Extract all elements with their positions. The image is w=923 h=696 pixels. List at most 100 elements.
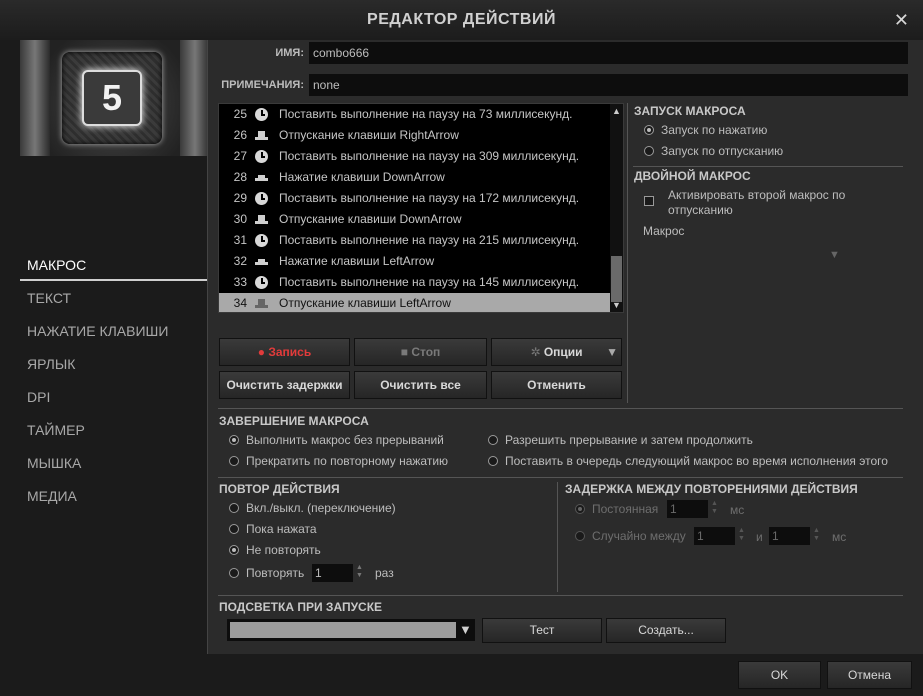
list-item[interactable]: 27 Поставить выполнение на паузу на 309 … bbox=[219, 146, 611, 167]
clock-icon bbox=[255, 234, 268, 247]
action-text: Поставить выполнение на паузу на 309 мил… bbox=[279, 149, 580, 163]
list-item[interactable]: 28 Нажатие клавиши DownArrow bbox=[219, 167, 611, 188]
nav-item-shortcut[interactable]: ЯРЛЫК bbox=[20, 353, 207, 386]
clear-delays-button[interactable]: Очистить задержки bbox=[219, 371, 350, 399]
list-item[interactable]: 25 Поставить выполнение на паузу на 73 м… bbox=[219, 104, 611, 125]
nav-item-macro[interactable]: МАКРОС bbox=[20, 254, 207, 281]
name-input[interactable] bbox=[309, 42, 908, 64]
list-item-selected[interactable]: 34 Отпускание клавиши LeftArrow bbox=[219, 293, 611, 312]
record-label: Запись bbox=[268, 345, 312, 359]
completion-opt4-radio[interactable] bbox=[488, 456, 498, 466]
divider bbox=[218, 477, 903, 478]
list-item[interactable]: 32 Нажатие клавиши LeftArrow bbox=[219, 251, 611, 272]
record-button[interactable]: ● Запись bbox=[219, 338, 350, 366]
neighbor-key-left bbox=[20, 40, 50, 156]
stop-button[interactable]: ■ Стоп bbox=[354, 338, 487, 366]
macro-select-chevron-icon[interactable]: ▼ bbox=[829, 249, 840, 261]
nav-item-media[interactable]: МЕДИА bbox=[20, 485, 207, 518]
spinner-arrows-icon[interactable]: ▲ ▼ bbox=[813, 527, 820, 543]
delay-constant-input[interactable]: 1 bbox=[667, 500, 708, 518]
lighting-color-swatch bbox=[230, 622, 456, 638]
launch-on-press-radio[interactable] bbox=[644, 125, 654, 135]
list-item[interactable]: 33 Поставить выполнение на паузу на 145 … bbox=[219, 272, 611, 293]
action-number: 26 bbox=[233, 128, 247, 142]
repeat-n-label: Повторять bbox=[246, 566, 305, 580]
second-macro-checkbox[interactable] bbox=[644, 196, 654, 206]
delay-random-radio[interactable] bbox=[575, 531, 585, 541]
completion-opt2-label: Разрешить прерывание и затем продолжить bbox=[505, 433, 753, 447]
completion-title: ЗАВЕРШЕНИЕ МАКРОСА bbox=[219, 414, 369, 428]
divider bbox=[218, 408, 903, 409]
launch-on-press-label: Запуск по нажатию bbox=[661, 123, 768, 137]
completion-opt3-radio[interactable] bbox=[229, 456, 239, 466]
key-press-icon bbox=[255, 255, 268, 268]
spinner-arrows-icon[interactable]: ▲ ▼ bbox=[356, 564, 363, 580]
close-icon[interactable]: ✕ bbox=[894, 10, 909, 31]
key-press-icon bbox=[255, 171, 268, 184]
action-list[interactable]: 25 Поставить выполнение на паузу на 73 м… bbox=[218, 103, 624, 313]
list-item[interactable]: 30 Отпускание клавиши DownArrow bbox=[219, 209, 611, 230]
repeat-title: ПОВТОР ДЕЙСТВИЯ bbox=[219, 482, 340, 496]
action-text: Отпускание клавиши RightArrow bbox=[279, 128, 459, 142]
repeat-n-radio[interactable] bbox=[229, 568, 239, 578]
nav-item-dpi[interactable]: DPI bbox=[20, 386, 207, 419]
action-list-scrollbar[interactable]: ▲ ▼ bbox=[610, 104, 623, 312]
test-button[interactable]: Тест bbox=[482, 618, 602, 643]
action-number: 32 bbox=[233, 254, 247, 268]
delay-ms-label: мс bbox=[730, 503, 745, 517]
clear-all-button[interactable]: Очистить все bbox=[354, 371, 487, 399]
delay-random-min-input[interactable]: 1 bbox=[694, 527, 735, 545]
repeat-count-input[interactable]: 1 bbox=[312, 564, 353, 582]
spinner-arrows-icon[interactable]: ▲ ▼ bbox=[711, 500, 718, 516]
nav-item-mouse[interactable]: МЫШКА bbox=[20, 452, 207, 485]
delay-random-max-input[interactable]: 1 bbox=[769, 527, 810, 545]
action-text: Отпускание клавиши LeftArrow bbox=[279, 296, 451, 310]
notes-input[interactable] bbox=[309, 74, 908, 96]
list-item[interactable]: 26 Отпускание клавиши RightArrow bbox=[219, 125, 611, 146]
action-text: Отпускание клавиши DownArrow bbox=[279, 212, 462, 226]
no-repeat-radio[interactable] bbox=[229, 545, 239, 555]
list-item[interactable]: 29 Поставить выполнение на паузу на 172 … bbox=[219, 188, 611, 209]
action-text: Нажатие клавиши DownArrow bbox=[279, 170, 445, 184]
delay-constant-radio[interactable] bbox=[575, 504, 585, 514]
delay-random-label: Случайно между bbox=[592, 529, 686, 543]
scrollbar-thumb[interactable] bbox=[611, 256, 622, 302]
nav-item-text[interactable]: ТЕКСТ bbox=[20, 287, 207, 320]
scroll-top-icon[interactable]: ▲ bbox=[610, 106, 623, 116]
options-button[interactable]: ✲ Опции ▼ bbox=[491, 338, 622, 366]
undo-button[interactable]: Отменить bbox=[491, 371, 622, 399]
spinner-arrows-icon[interactable]: ▲ ▼ bbox=[738, 527, 745, 543]
no-repeat-label: Не повторять bbox=[246, 543, 321, 557]
vertical-divider bbox=[627, 103, 628, 403]
completion-opt1-radio[interactable] bbox=[229, 435, 239, 445]
list-item[interactable]: 31 Поставить выполнение на паузу на 215 … bbox=[219, 230, 611, 251]
action-number: 27 bbox=[233, 149, 247, 163]
action-number: 29 bbox=[233, 191, 247, 205]
action-text: Поставить выполнение на паузу на 73 милл… bbox=[279, 107, 573, 121]
lighting-dropdown[interactable]: ▼ bbox=[227, 619, 475, 641]
options-label: Опции bbox=[543, 345, 583, 359]
repeat-while-held-radio[interactable] bbox=[229, 524, 239, 534]
gear-icon: ✲ bbox=[530, 345, 541, 359]
launch-on-release-radio[interactable] bbox=[644, 146, 654, 156]
lighting-title: ПОДСВЕТКА ПРИ ЗАПУСКЕ bbox=[219, 600, 383, 614]
action-number: 30 bbox=[233, 212, 247, 226]
divider bbox=[633, 166, 903, 167]
completion-opt2-radio[interactable] bbox=[488, 435, 498, 445]
side-nav: МАКРОС ТЕКСТ НАЖАТИЕ КЛАВИШИ ЯРЛЫК DPI Т… bbox=[20, 254, 207, 518]
name-label: ИМЯ: bbox=[275, 47, 304, 59]
repeat-toggle-radio[interactable] bbox=[229, 503, 239, 513]
clock-icon bbox=[255, 192, 268, 205]
vertical-divider bbox=[557, 482, 558, 592]
launch-on-release-label: Запуск по отпусканию bbox=[661, 144, 784, 158]
nav-item-timer[interactable]: ТАЙМЕР bbox=[20, 419, 207, 452]
cancel-button[interactable]: Отмена bbox=[827, 661, 912, 689]
nav-item-keypress[interactable]: НАЖАТИЕ КЛАВИШИ bbox=[20, 320, 207, 353]
ok-button[interactable]: OK bbox=[738, 661, 821, 689]
create-button[interactable]: Создать... bbox=[606, 618, 726, 643]
completion-opt1-label: Выполнить макрос без прерываний bbox=[246, 433, 444, 447]
double-macro-title: ДВОЙНОЙ МАКРОС bbox=[634, 169, 751, 183]
scroll-bottom-icon[interactable]: ▼ bbox=[610, 300, 623, 310]
repeat-times-label: раз bbox=[375, 566, 394, 580]
action-text: Поставить выполнение на паузу на 215 мил… bbox=[279, 233, 580, 247]
